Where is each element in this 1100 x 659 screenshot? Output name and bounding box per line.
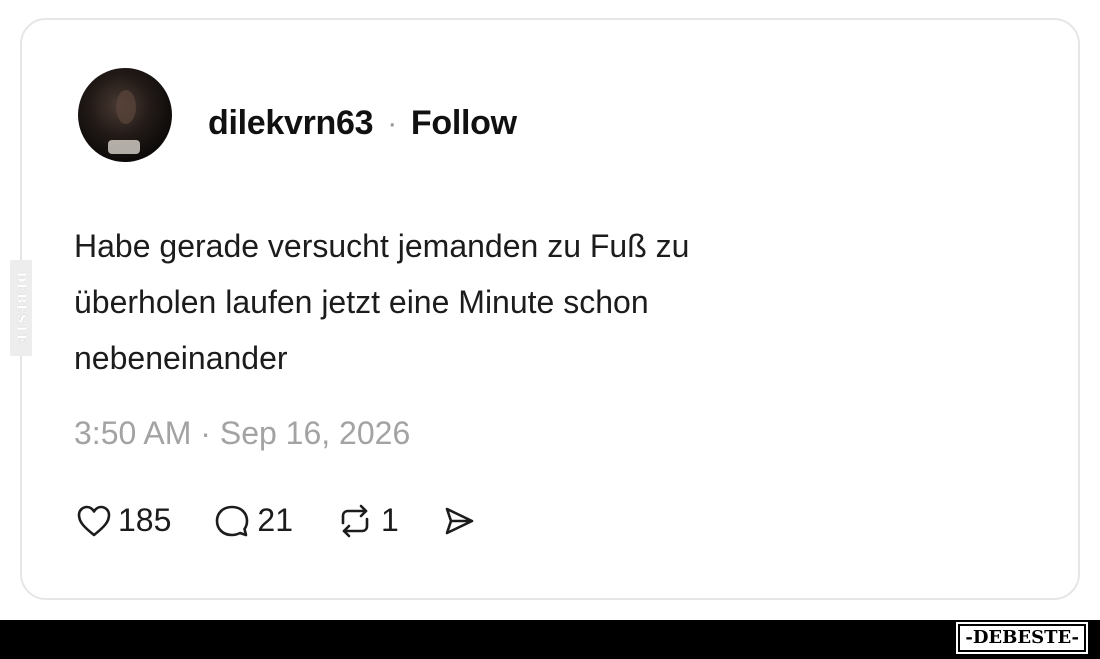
reply-button[interactable]: 21 — [213, 502, 293, 539]
share-button[interactable] — [441, 504, 477, 538]
like-count: 185 — [118, 502, 172, 538]
post-header: dilekvrn63 · Follow — [208, 104, 517, 143]
repost-count: 1 — [380, 502, 399, 538]
side-watermark-text: DEBESTE — [14, 271, 28, 345]
post-timestamp: 3:50 AM · Sep 16, 2026 — [74, 415, 411, 451]
repost-icon — [335, 503, 375, 539]
avatar-object — [108, 140, 140, 154]
post-text-line: Habe gerade versucht jemanden zu Fuß zu — [74, 228, 690, 264]
post-text-line: überholen laufen jetzt eine Minute schon — [74, 284, 649, 320]
avatar-figure — [116, 90, 136, 124]
username[interactable]: dilekvrn63 — [208, 104, 374, 143]
bottom-bar: -DEBESTE- — [0, 620, 1100, 659]
reply-count: 21 — [257, 502, 293, 538]
brand-logo[interactable]: -DEBESTE- — [956, 622, 1088, 654]
repost-button[interactable]: 1 — [335, 502, 399, 539]
like-button[interactable]: 185 — [76, 502, 171, 539]
speech-bubble-icon — [213, 503, 251, 539]
heart-icon — [76, 504, 112, 538]
side-watermark: DEBESTE — [10, 260, 32, 356]
send-icon — [441, 504, 477, 538]
action-bar: 185 21 1 — [76, 502, 519, 539]
follow-button[interactable]: Follow — [411, 104, 517, 143]
post-card: dilekvrn63 · Follow Habe gerade versucht… — [20, 18, 1080, 600]
post-text: Habe gerade versucht jemanden zu Fuß zu … — [74, 218, 934, 386]
header-separator: · — [387, 106, 397, 140]
avatar[interactable] — [78, 68, 172, 162]
post-text-line: nebeneinander — [74, 340, 288, 376]
